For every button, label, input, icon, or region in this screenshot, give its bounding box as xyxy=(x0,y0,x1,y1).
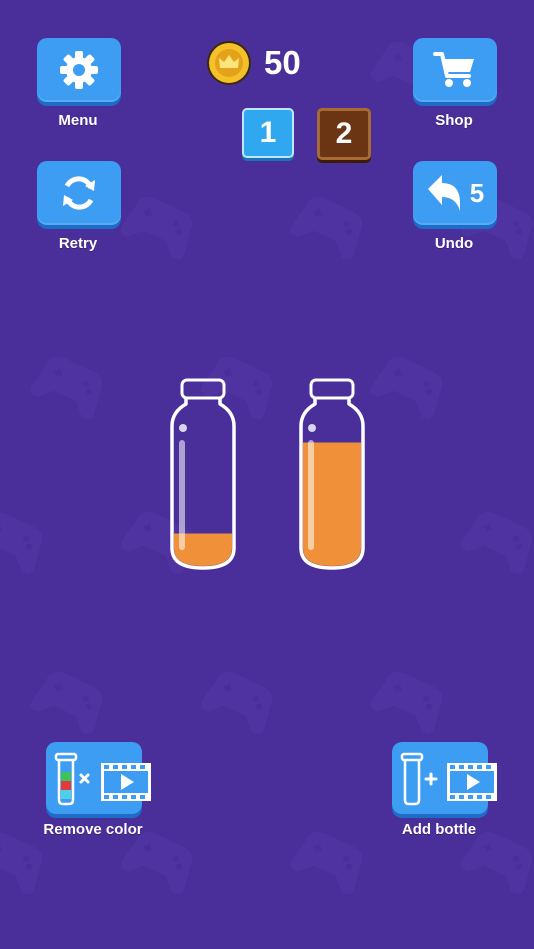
add-bottle-button[interactable] xyxy=(392,742,497,814)
next-level-badge: 2 xyxy=(317,108,371,160)
crown-coin-icon xyxy=(207,41,251,85)
menu-button[interactable] xyxy=(37,38,121,102)
video-ad-icon xyxy=(101,763,151,801)
shop-button[interactable] xyxy=(413,38,497,102)
undo-arrow-icon xyxy=(427,175,460,211)
shop-label: Shop xyxy=(435,112,473,129)
remove-color-label: Remove color xyxy=(43,821,143,838)
shopping-cart-icon xyxy=(433,52,474,87)
coin-count: 50 xyxy=(264,44,301,81)
remove-color-button[interactable] xyxy=(46,742,151,814)
retry-label: Retry xyxy=(58,235,98,252)
gear-icon xyxy=(60,51,98,89)
menu-label: Menu xyxy=(58,112,98,129)
undo-button[interactable]: 5 xyxy=(413,161,497,225)
video-ad-icon xyxy=(447,763,497,801)
coin-counter: 50 xyxy=(206,40,301,86)
refresh-icon xyxy=(63,176,95,210)
current-level-badge: 1 xyxy=(242,108,294,158)
add-bottle-label: Add bottle xyxy=(401,821,477,838)
undo-label: Undo xyxy=(434,235,474,252)
bottle[interactable] xyxy=(166,378,240,572)
retry-button[interactable] xyxy=(37,161,121,225)
undo-count: 5 xyxy=(469,177,485,208)
bottle[interactable] xyxy=(295,378,369,572)
